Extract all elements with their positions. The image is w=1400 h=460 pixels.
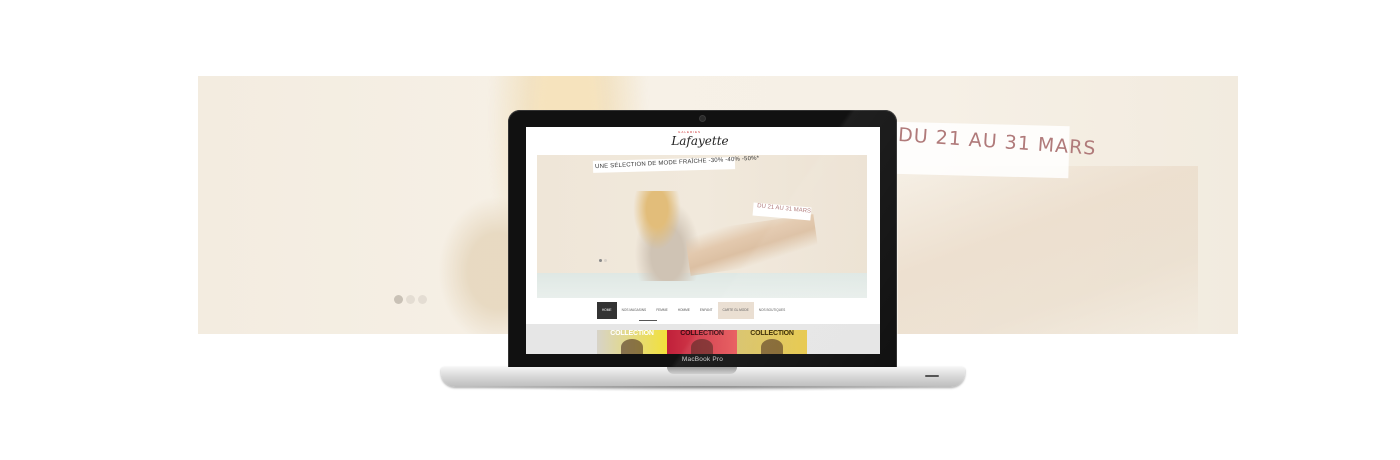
carousel-dot[interactable] xyxy=(599,259,602,262)
tile-model-image xyxy=(691,339,713,354)
laptop-lid: GALERIES Lafayette UNE SÉLECTION DE MODE… xyxy=(508,110,897,368)
tile-model-image xyxy=(621,339,643,354)
hero-legs-image xyxy=(684,214,820,276)
nav-femme[interactable]: FEMME xyxy=(651,302,673,319)
tile-label: COLLECTION xyxy=(680,330,724,337)
laptop-screen: GALERIES Lafayette UNE SÉLECTION DE MODE… xyxy=(526,127,880,354)
nav-underline xyxy=(639,320,657,321)
site-header: GALERIES Lafayette xyxy=(526,127,880,155)
nav-homme[interactable]: HOMME xyxy=(673,302,695,319)
laptop-shadow xyxy=(460,386,946,392)
collection-tile[interactable]: COLLECTION xyxy=(667,330,737,354)
camera-icon xyxy=(700,116,705,121)
collection-tile[interactable]: COLLECTION xyxy=(597,330,667,354)
site-logo[interactable]: Lafayette xyxy=(670,131,730,151)
collection-tile[interactable]: COLLECTION xyxy=(737,330,807,354)
sleep-indicator xyxy=(925,375,939,377)
base-notch xyxy=(667,367,737,374)
laptop-base xyxy=(441,367,965,387)
site-nav: HOME NOS MAGASINS FEMME HOMME ENFANT CAR… xyxy=(597,302,807,319)
nav-home[interactable]: HOME xyxy=(597,302,617,319)
nav-nos-boutiques[interactable]: NOS BOUTIQUES xyxy=(754,302,791,319)
tile-label: COLLECTION xyxy=(610,330,654,337)
carousel-dot[interactable] xyxy=(406,295,415,304)
hero-carousel-dots xyxy=(599,259,607,262)
nav-enfant[interactable]: ENFANT xyxy=(695,302,718,319)
model-legs-image xyxy=(898,166,1198,334)
hero-floor xyxy=(537,273,867,298)
tile-model-image xyxy=(761,339,783,354)
laptop-model-label: MacBook Pro xyxy=(681,356,724,363)
nav-nos-magasins[interactable]: NOS MAGASINS xyxy=(617,302,652,319)
banner-carousel-dots xyxy=(394,295,427,304)
tile-label: COLLECTION xyxy=(750,330,794,337)
carousel-dot[interactable] xyxy=(604,259,607,262)
carousel-dot[interactable] xyxy=(418,295,427,304)
carousel-dot[interactable] xyxy=(394,295,403,304)
nav-carte-mode[interactable]: CARTE GL MODE xyxy=(717,302,754,319)
collection-tiles: COLLECTION COLLECTION COLLECTION xyxy=(597,330,807,354)
hero-banner[interactable]: UNE SÉLECTION DE MODE FRAÎCHE -30% -40% … xyxy=(537,155,867,298)
